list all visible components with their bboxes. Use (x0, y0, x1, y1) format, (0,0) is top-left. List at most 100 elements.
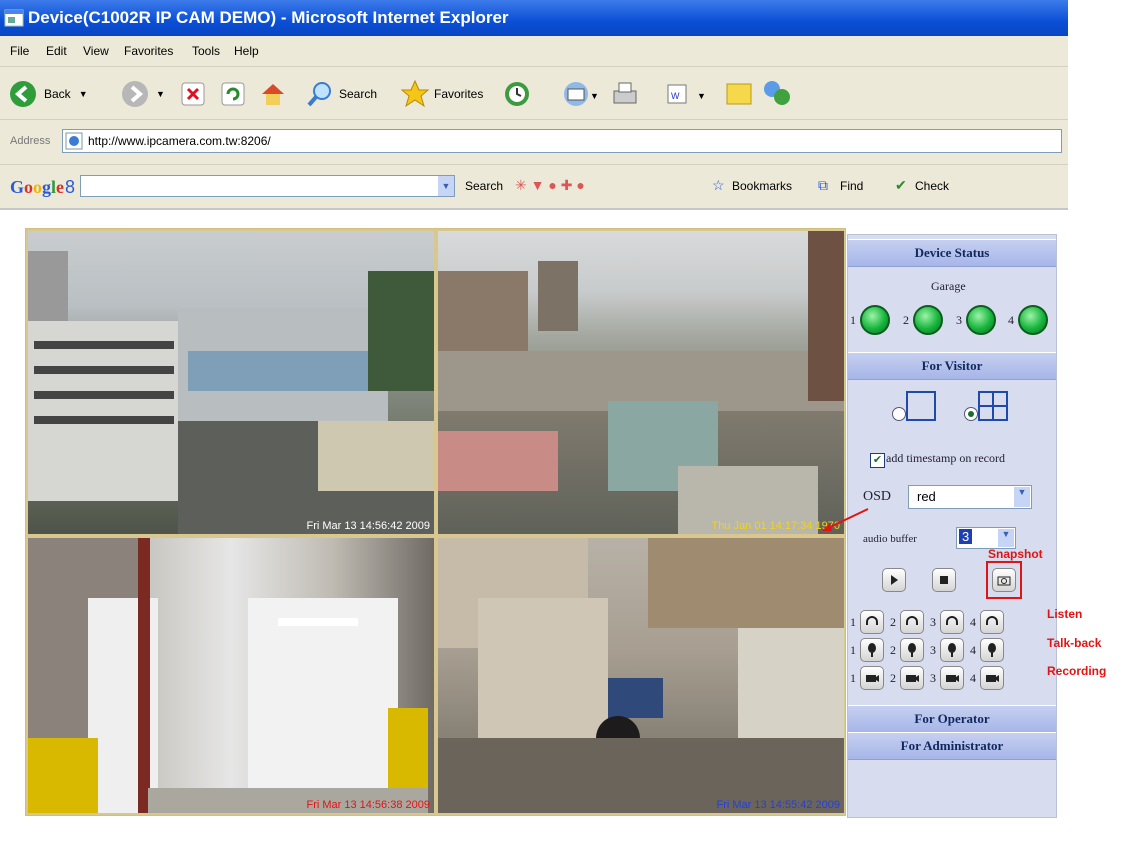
channel-2-label: 2 (903, 313, 909, 327)
google-logo[interactable]: Google (10, 177, 64, 198)
main-toolbar: Back ▼ ▼ Search Favorites ▼ W ▼ (0, 67, 1068, 120)
favorites-button[interactable]: Favorites (400, 79, 483, 109)
video-camera-icon (866, 675, 879, 682)
history-icon[interactable] (502, 79, 532, 109)
listen-ch2-label: 2 (890, 615, 896, 629)
add-timestamp-checkbox[interactable]: ✔ (870, 453, 885, 468)
quad-view-radio[interactable] (964, 407, 978, 421)
chevron-down-icon[interactable]: ▼ (1014, 487, 1030, 507)
svg-text:W: W (671, 91, 680, 101)
listen-button-1[interactable] (860, 610, 884, 634)
mail-icon[interactable]: ▼ (562, 79, 598, 109)
search-button[interactable]: Search (305, 79, 377, 109)
chevron-down-icon[interactable]: ▼ (998, 529, 1014, 547)
chevron-down-icon[interactable]: ▼ (438, 176, 454, 196)
window-title: Device(C1002R IP CAM DEMO) - Microsoft I… (28, 8, 509, 27)
menu-favorites[interactable]: Favorites (124, 44, 173, 58)
menu-bar: File Edit View Favorites Tools Help (0, 36, 1068, 67)
menu-edit[interactable]: Edit (46, 44, 67, 58)
talkback-button-2[interactable] (900, 638, 924, 662)
camera-1-scene (28, 251, 434, 534)
print-icon[interactable] (610, 79, 640, 109)
messenger-icon[interactable] (760, 77, 792, 109)
chevron-down-icon: ▼ (156, 89, 165, 99)
talkback-button-1[interactable] (860, 638, 884, 662)
for-operator-header[interactable]: For Operator (848, 705, 1056, 733)
google-search-button[interactable]: Search (465, 179, 503, 193)
single-view-radio[interactable] (892, 407, 906, 421)
svg-text:▼: ▼ (590, 91, 598, 101)
for-administrator-header[interactable]: For Administrator (848, 732, 1056, 760)
status-led-1 (860, 305, 890, 335)
google-search-input[interactable]: ▼ (80, 175, 455, 197)
record-button-4[interactable] (980, 666, 1004, 690)
listen-button-4[interactable] (980, 610, 1004, 634)
refresh-icon[interactable] (220, 81, 246, 107)
camera-4-timestamp: Fri Mar 13 14:55:42 2009 (716, 799, 840, 811)
listen-button-3[interactable] (940, 610, 964, 634)
edit-icon[interactable]: W ▼ (665, 79, 711, 109)
find-icon[interactable]: ⧉ (818, 177, 828, 194)
stop-icon[interactable] (180, 81, 206, 107)
camera-view-1[interactable]: Fri Mar 13 14:56:42 2009 (28, 231, 434, 534)
chevron-down-icon: ▼ (78, 89, 88, 99)
search-label: Search (339, 87, 378, 101)
check-button[interactable]: Check (915, 179, 949, 193)
back-button[interactable]: Back ▼ (8, 79, 88, 109)
bookmark-star-icon[interactable]: ☆ (712, 177, 725, 194)
snapshot-button[interactable] (992, 568, 1016, 592)
video-camera-icon (906, 675, 919, 682)
listen-button-2[interactable] (900, 610, 924, 634)
google-g-icon[interactable]: 8 (65, 177, 75, 198)
play-button[interactable] (882, 568, 906, 592)
video-camera-icon (986, 675, 999, 682)
address-field[interactable]: http://www.ipcamera.com.tw:8206/ (62, 129, 1062, 153)
camera-view-4[interactable]: Fri Mar 13 14:55:42 2009 (438, 538, 844, 813)
device-status-header[interactable]: Device Status (848, 239, 1056, 267)
talkback-button-3[interactable] (940, 638, 964, 662)
stop-button[interactable] (932, 568, 956, 592)
google-tools-icons[interactable]: ✳ ▼ ● ✚ ● (515, 177, 585, 194)
forward-button[interactable]: ▼ (120, 79, 165, 109)
svg-text:▼: ▼ (697, 91, 706, 101)
microphone-icon (868, 643, 876, 657)
record-button-1[interactable] (860, 666, 884, 690)
quad-view-icon[interactable] (978, 391, 1008, 421)
camera-2-scene (438, 231, 844, 534)
microphone-icon (908, 643, 916, 657)
camera-view-3[interactable]: Fri Mar 13 14:56:38 2009 (28, 538, 434, 813)
talk-ch2-label: 2 (890, 643, 896, 657)
folder-note-icon[interactable] (725, 79, 753, 109)
menu-file[interactable]: File (10, 44, 29, 58)
record-button-3[interactable] (940, 666, 964, 690)
rec-ch1-label: 1 (850, 671, 856, 685)
spellcheck-icon[interactable]: ✔ (895, 177, 907, 194)
talkback-button-4[interactable] (980, 638, 1004, 662)
headphones-icon (986, 616, 998, 625)
control-panel: Device Status Garage 1 2 3 4 For Visitor… (847, 234, 1057, 818)
camera-view-2[interactable]: Thu Jan 01 14:17:34 1970 (438, 231, 844, 534)
rec-ch4-label: 4 (970, 671, 976, 685)
rec-ch2-label: 2 (890, 671, 896, 685)
menu-help[interactable]: Help (234, 44, 259, 58)
headphones-icon (866, 616, 878, 625)
channel-4-label: 4 (1008, 313, 1014, 327)
menu-view[interactable]: View (83, 44, 109, 58)
status-led-3 (966, 305, 996, 335)
audio-buffer-select[interactable]: 3 ▼ (956, 527, 1016, 549)
home-icon[interactable] (258, 79, 288, 109)
camera-4-scene (438, 538, 844, 813)
bookmarks-button[interactable]: Bookmarks (732, 179, 792, 193)
back-label: Back (44, 87, 71, 101)
find-button[interactable]: Find (840, 179, 863, 193)
for-visitor-header[interactable]: For Visitor (848, 352, 1056, 380)
record-button-2[interactable] (900, 666, 924, 690)
status-led-2 (913, 305, 943, 335)
address-label: Address (10, 135, 51, 147)
osd-color-select[interactable]: red ▼ (908, 485, 1032, 509)
menu-tools[interactable]: Tools (192, 44, 220, 58)
osd-pointer-arrow (822, 508, 869, 531)
single-view-icon[interactable] (906, 391, 936, 421)
camera-1-timestamp: Fri Mar 13 14:56:42 2009 (306, 520, 430, 532)
play-icon (891, 575, 898, 585)
